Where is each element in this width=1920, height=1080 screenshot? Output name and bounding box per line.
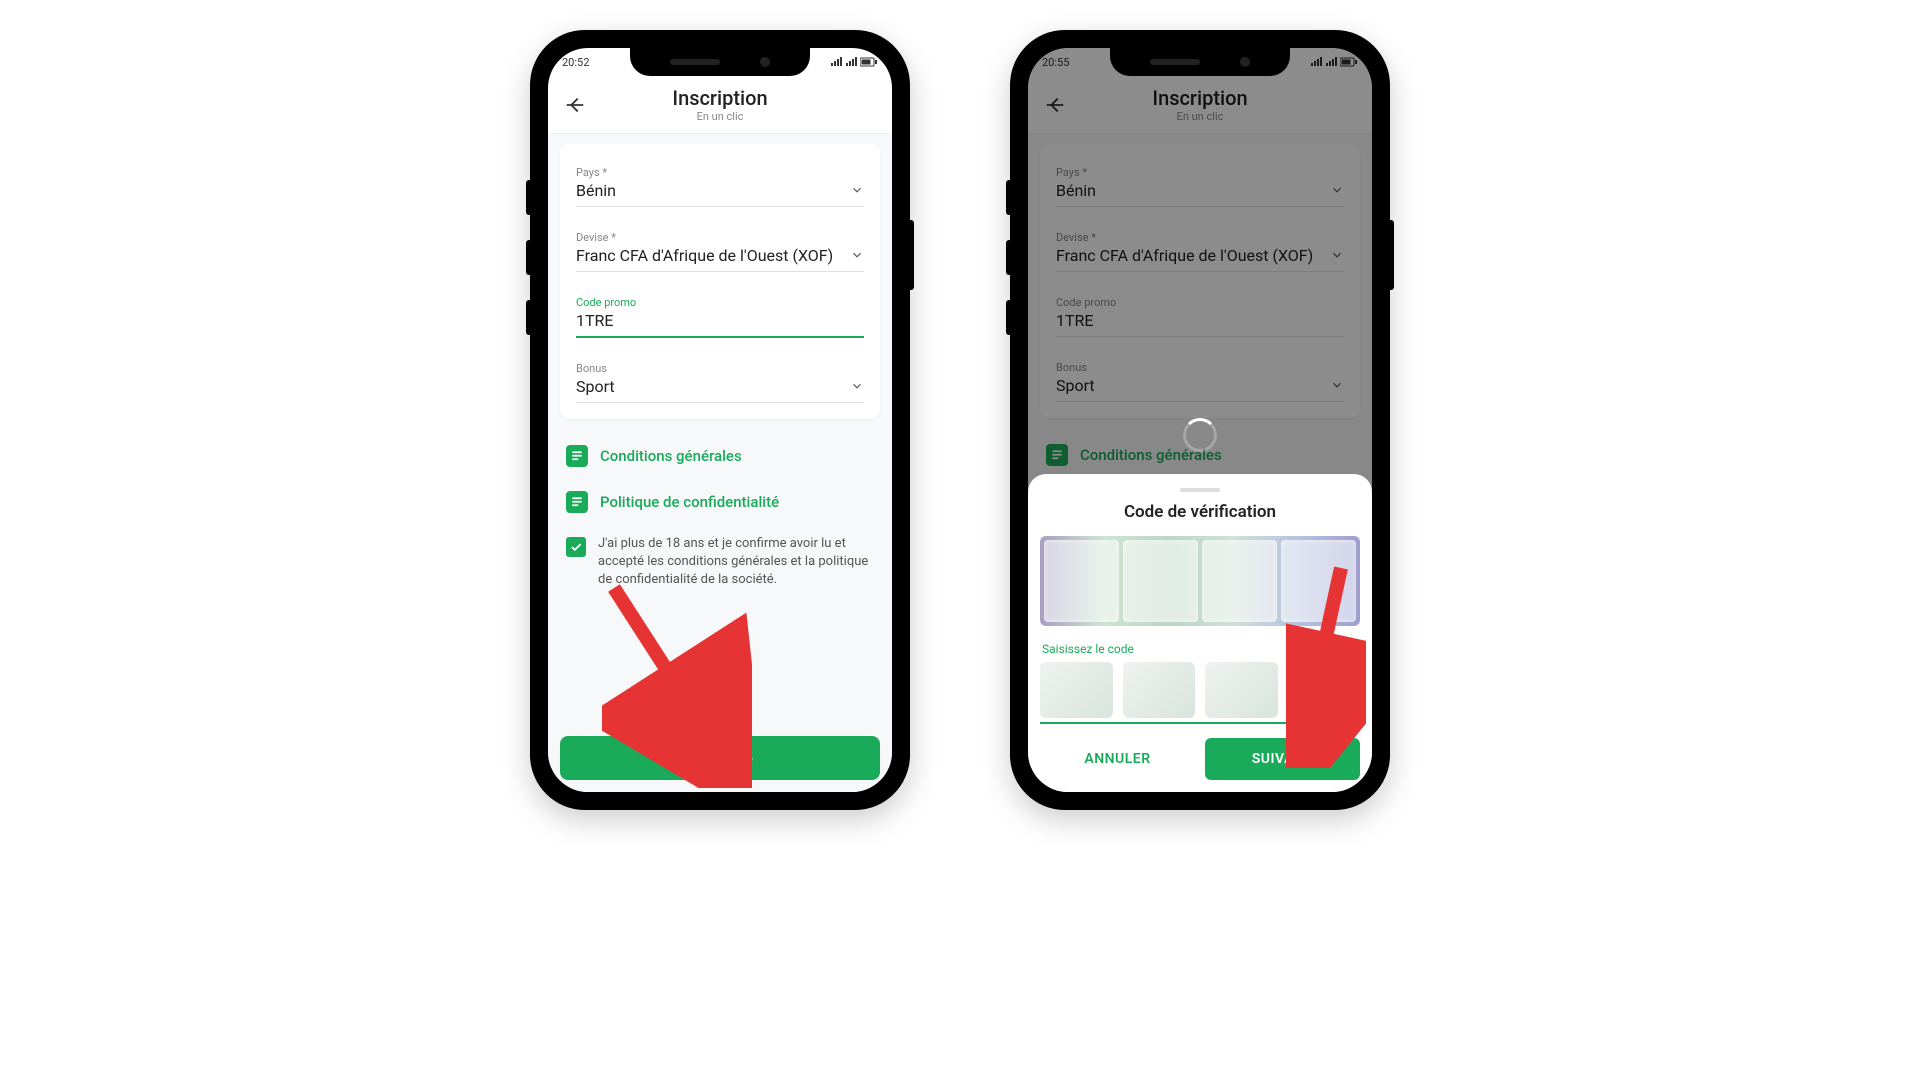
signup-button[interactable]: S'inscrire [560,736,880,780]
field-value: Franc CFA d'Afrique de l'Ouest (XOF) [576,246,864,271]
captcha-image [1040,536,1360,626]
button-label: SUIVANT [1252,751,1314,767]
verification-sheet: Code de vérification Saisissez le code [1028,474,1372,792]
field-label: Code promo [576,296,864,309]
check-icon [569,540,583,554]
next-button[interactable]: SUIVANT [1205,738,1360,780]
status-time: 20:52 [562,56,589,69]
button-label: S'inscrire [687,749,753,768]
link-label: Politique de confidentialité [600,493,779,511]
consent-row: J'ai plus de 18 ans et je confirme avoir… [560,525,880,600]
page-subtitle: En un clic [562,110,878,123]
consent-checkbox[interactable] [566,537,586,557]
promo-input[interactable]: Code promo 1TRE [576,282,864,338]
code-box[interactable] [1205,662,1278,718]
consent-text: J'ai plus de 18 ans et je confirme avoir… [598,535,874,590]
country-select[interactable]: Pays * Bénin [576,152,864,207]
code-input-row [1040,662,1360,724]
captcha-tile [1123,540,1198,622]
button-label: ANNULER [1084,751,1150,767]
code-box[interactable] [1288,662,1361,718]
field-label: Pays * [576,166,864,179]
battery-icon [860,57,878,67]
chevron-down-icon [850,182,864,196]
status-icons [830,57,878,67]
code-box[interactable] [1040,662,1113,718]
chevron-down-icon [850,247,864,261]
field-value: Sport [576,377,864,402]
field-label: Bonus [576,362,864,375]
sheet-handle[interactable] [1180,488,1220,492]
form-card: Pays * Bénin Devise * Franc CFA d'Afriqu… [560,144,880,419]
field-value: Bénin [576,181,864,206]
captcha-tile [1281,540,1356,622]
terms-link[interactable]: Conditions générales [560,433,880,479]
document-icon [566,445,588,467]
document-icon [566,491,588,513]
header: Inscription En un clic [548,76,892,134]
phone-mockup-verification: 20:55 Inscription En un clic [1010,30,1390,810]
currency-select[interactable]: Devise * Franc CFA d'Afrique de l'Ouest … [576,217,864,272]
bonus-select[interactable]: Bonus Sport [576,348,864,403]
page-title: Inscription [562,86,878,110]
sheet-title: Code de vérification [1040,502,1360,522]
chevron-down-icon [850,378,864,392]
code-box[interactable] [1123,662,1196,718]
notch [1110,48,1290,76]
field-label: Devise * [576,231,864,244]
captcha-tile [1044,540,1119,622]
field-value: 1TRE [576,311,864,336]
code-input-label: Saisissez le code [1040,642,1360,656]
phone-mockup-signup: 20:52 Inscription En un clic [530,30,910,810]
loading-spinner-icon [1183,418,1217,452]
notch [630,48,810,76]
cancel-button[interactable]: ANNULER [1040,738,1195,780]
privacy-link[interactable]: Politique de confidentialité [560,479,880,525]
signal-icon [845,57,857,67]
link-label: Conditions générales [600,447,742,465]
signal-icon [830,57,842,67]
captcha-tile [1202,540,1277,622]
